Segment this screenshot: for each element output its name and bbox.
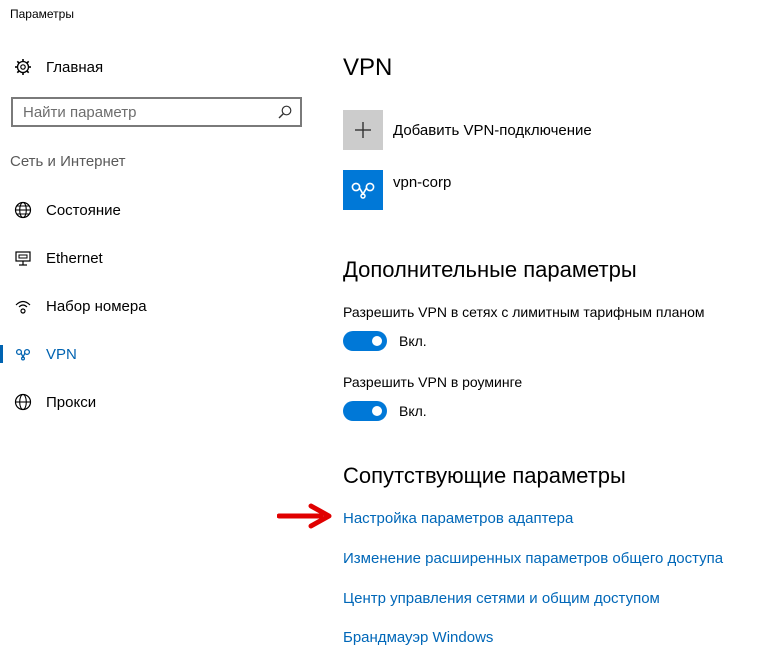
home-nav-item[interactable]: Главная — [14, 56, 103, 78]
related-title: Сопутствующие параметры — [343, 463, 626, 488]
active-indicator — [0, 345, 3, 363]
adapter-settings-link[interactable]: Настройка параметров адаптера — [343, 510, 573, 527]
sidebar-item-dialup[interactable]: Набор номера — [0, 289, 300, 323]
toggle-state: Вкл. — [399, 333, 427, 349]
home-label: Главная — [46, 58, 104, 76]
vpn-connection-icon — [343, 170, 383, 210]
vpn-connection-item[interactable]: vpn-corp — [343, 170, 451, 210]
network-center-link[interactable]: Центр управления сетями и общим доступом — [343, 590, 660, 607]
annotation-arrow-icon — [277, 503, 332, 529]
add-vpn-button[interactable]: Добавить VPN-подключение — [343, 110, 592, 150]
globe-status-icon — [13, 200, 33, 220]
globe-icon — [13, 392, 33, 412]
advanced-sharing-link[interactable]: Изменение расширенных параметров общего … — [343, 550, 723, 567]
roaming-vpn-toggle[interactable] — [343, 401, 387, 421]
toggle-knob — [372, 336, 382, 346]
metered-vpn-toggle[interactable] — [343, 331, 387, 351]
metered-vpn-toggle-row: Вкл. — [343, 331, 427, 351]
roaming-vpn-toggle-row: Вкл. — [343, 401, 427, 421]
sidebar-item-label: VPN — [46, 345, 77, 363]
sidebar-item-label: Прокси — [46, 393, 97, 411]
search-icon[interactable] — [278, 105, 292, 119]
toggle-knob — [372, 406, 382, 416]
sidebar-item-vpn[interactable]: VPN — [0, 337, 300, 371]
sidebar-item-label: Ethernet — [46, 249, 103, 267]
vpn-connection-name: vpn-corp — [393, 173, 452, 191]
firewall-link[interactable]: Брандмауэр Windows — [343, 629, 493, 646]
add-vpn-label: Добавить VPN-подключение — [393, 121, 592, 139]
group-title: Сеть и Интернет — [10, 153, 126, 170]
sidebar-item-label: Состояние — [46, 201, 121, 219]
search-box[interactable] — [11, 97, 302, 127]
gear-icon — [14, 58, 32, 76]
dialup-icon — [13, 296, 33, 316]
roaming-vpn-label: Разрешить VPN в роуминге — [343, 374, 523, 390]
sidebar-item-status[interactable]: Состояние — [0, 193, 300, 227]
advanced-title: Дополнительные параметры — [343, 257, 637, 282]
toggle-state: Вкл. — [399, 403, 427, 419]
sidebar-item-proxy[interactable]: Прокси — [0, 385, 300, 419]
window-title: Параметры — [10, 7, 74, 21]
sidebar-item-label: Набор номера — [46, 297, 147, 315]
sidebar-item-ethernet[interactable]: Ethernet — [0, 241, 300, 275]
vpn-icon — [13, 344, 33, 364]
search-input[interactable] — [23, 103, 263, 121]
metered-vpn-label: Разрешить VPN в сетях с лимитным тарифны… — [343, 304, 705, 320]
ethernet-icon — [13, 248, 33, 268]
plus-icon — [343, 110, 383, 150]
page-title: VPN — [343, 54, 393, 81]
